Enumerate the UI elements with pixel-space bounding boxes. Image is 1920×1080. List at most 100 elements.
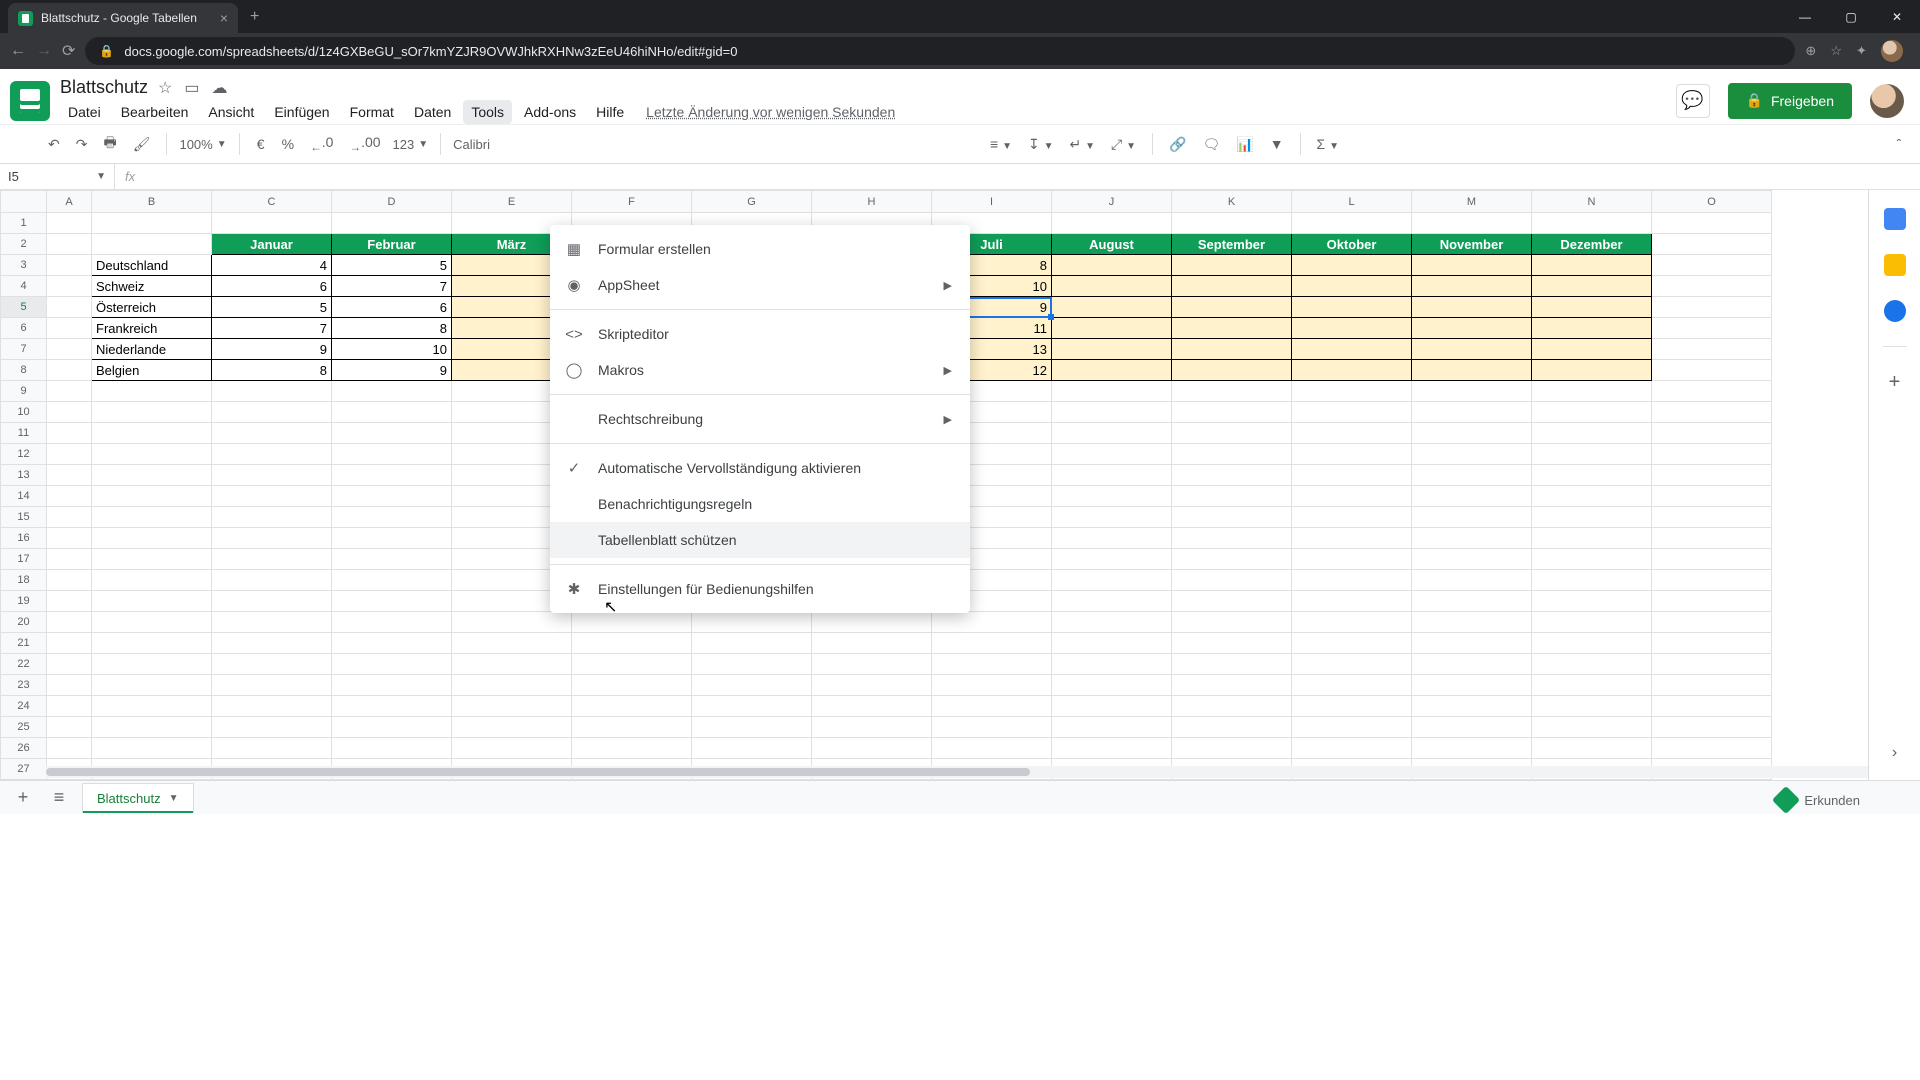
currency-button[interactable]: € [252,132,270,156]
cell[interactable] [92,465,212,486]
dropdown-item[interactable]: ✓Automatische Vervollständigung aktivier… [550,450,970,486]
cell[interactable] [932,633,1052,654]
cell[interactable] [92,549,212,570]
row-header[interactable]: 7 [1,339,47,360]
cell[interactable] [812,738,932,759]
cell[interactable] [1052,318,1172,339]
cell[interactable] [1652,528,1772,549]
cell[interactable] [932,612,1052,633]
row-header[interactable]: 5 [1,297,47,318]
cell[interactable] [92,696,212,717]
cell[interactable] [212,213,332,234]
tab-close-icon[interactable]: × [220,10,228,26]
cell[interactable] [332,528,452,549]
cell[interactable] [1652,297,1772,318]
cell[interactable] [212,423,332,444]
row-header[interactable]: 17 [1,549,47,570]
cell[interactable] [212,738,332,759]
cell[interactable] [1412,339,1532,360]
cell[interactable] [1292,465,1412,486]
cell[interactable] [332,633,452,654]
cell[interactable] [47,234,92,255]
cell[interactable] [1652,507,1772,528]
cell[interactable] [1052,633,1172,654]
cell[interactable] [92,507,212,528]
row-header[interactable]: 11 [1,423,47,444]
nav-back-button[interactable]: ← [10,42,26,60]
col-header[interactable]: C [212,191,332,213]
cell[interactable] [1412,276,1532,297]
cell[interactable]: 9 [212,339,332,360]
cell[interactable] [1172,465,1292,486]
wrap-button[interactable]: ↵ ▼ [1066,132,1100,157]
cell[interactable] [452,738,572,759]
cell[interactable] [1172,255,1292,276]
cell[interactable] [47,528,92,549]
cell[interactable] [1292,591,1412,612]
cell[interactable] [1412,675,1532,696]
row-header[interactable]: 27 [1,759,47,780]
cell[interactable] [212,444,332,465]
cell[interactable] [1412,381,1532,402]
cell[interactable] [1052,423,1172,444]
cell[interactable] [1532,633,1652,654]
country-label[interactable]: Deutschland [92,255,212,276]
col-header[interactable]: O [1652,191,1772,213]
cell[interactable] [92,570,212,591]
cell[interactable] [212,654,332,675]
col-header[interactable]: I [932,191,1052,213]
cell[interactable] [1172,570,1292,591]
row-header[interactable]: 14 [1,486,47,507]
cell[interactable] [1292,381,1412,402]
collapse-toolbar-button[interactable]: ˆ [1890,132,1908,156]
cell[interactable] [212,486,332,507]
cell[interactable] [1412,612,1532,633]
cell[interactable] [1652,234,1772,255]
cell[interactable] [1532,276,1652,297]
cell[interactable] [1292,360,1412,381]
cell[interactable] [1532,696,1652,717]
zoom-select[interactable]: 100%▼ [179,137,226,152]
star-icon[interactable]: ☆ [158,78,172,98]
cell[interactable] [1652,696,1772,717]
cell[interactable] [1532,717,1652,738]
cell[interactable] [332,738,452,759]
cell[interactable] [1292,213,1412,234]
cell[interactable] [1652,444,1772,465]
cell[interactable] [1052,402,1172,423]
cell[interactable] [47,696,92,717]
cell[interactable] [1052,654,1172,675]
col-header[interactable]: G [692,191,812,213]
nav-forward-button[interactable]: → [36,42,52,60]
cell[interactable] [92,591,212,612]
cell[interactable] [1532,591,1652,612]
cell[interactable] [1292,318,1412,339]
cell[interactable] [1532,297,1652,318]
cell[interactable] [1172,318,1292,339]
comment-button[interactable]: 🗨 [1198,132,1224,157]
menu-format[interactable]: Format [342,100,402,124]
cell[interactable] [932,696,1052,717]
cell[interactable] [1532,444,1652,465]
cell[interactable] [1052,213,1172,234]
cell[interactable] [1052,528,1172,549]
cell[interactable] [1412,654,1532,675]
cell[interactable] [1172,738,1292,759]
cell[interactable] [1052,717,1172,738]
cell[interactable] [1412,318,1532,339]
cell[interactable] [212,717,332,738]
cell[interactable] [1532,213,1652,234]
cell[interactable] [92,423,212,444]
cell[interactable] [47,276,92,297]
cell[interactable]: 5 [332,255,452,276]
cell[interactable] [47,675,92,696]
col-header[interactable]: D [332,191,452,213]
cell[interactable] [1052,339,1172,360]
cell[interactable] [1412,633,1532,654]
browser-tab[interactable]: Blattschutz - Google Tabellen × [8,3,238,33]
filter-button[interactable]: ▼ [1266,132,1288,156]
cell[interactable] [932,675,1052,696]
cell[interactable] [1052,612,1172,633]
dropdown-item[interactable]: Benachrichtigungsregeln [550,486,970,522]
menu-datei[interactable]: Datei [60,100,109,124]
